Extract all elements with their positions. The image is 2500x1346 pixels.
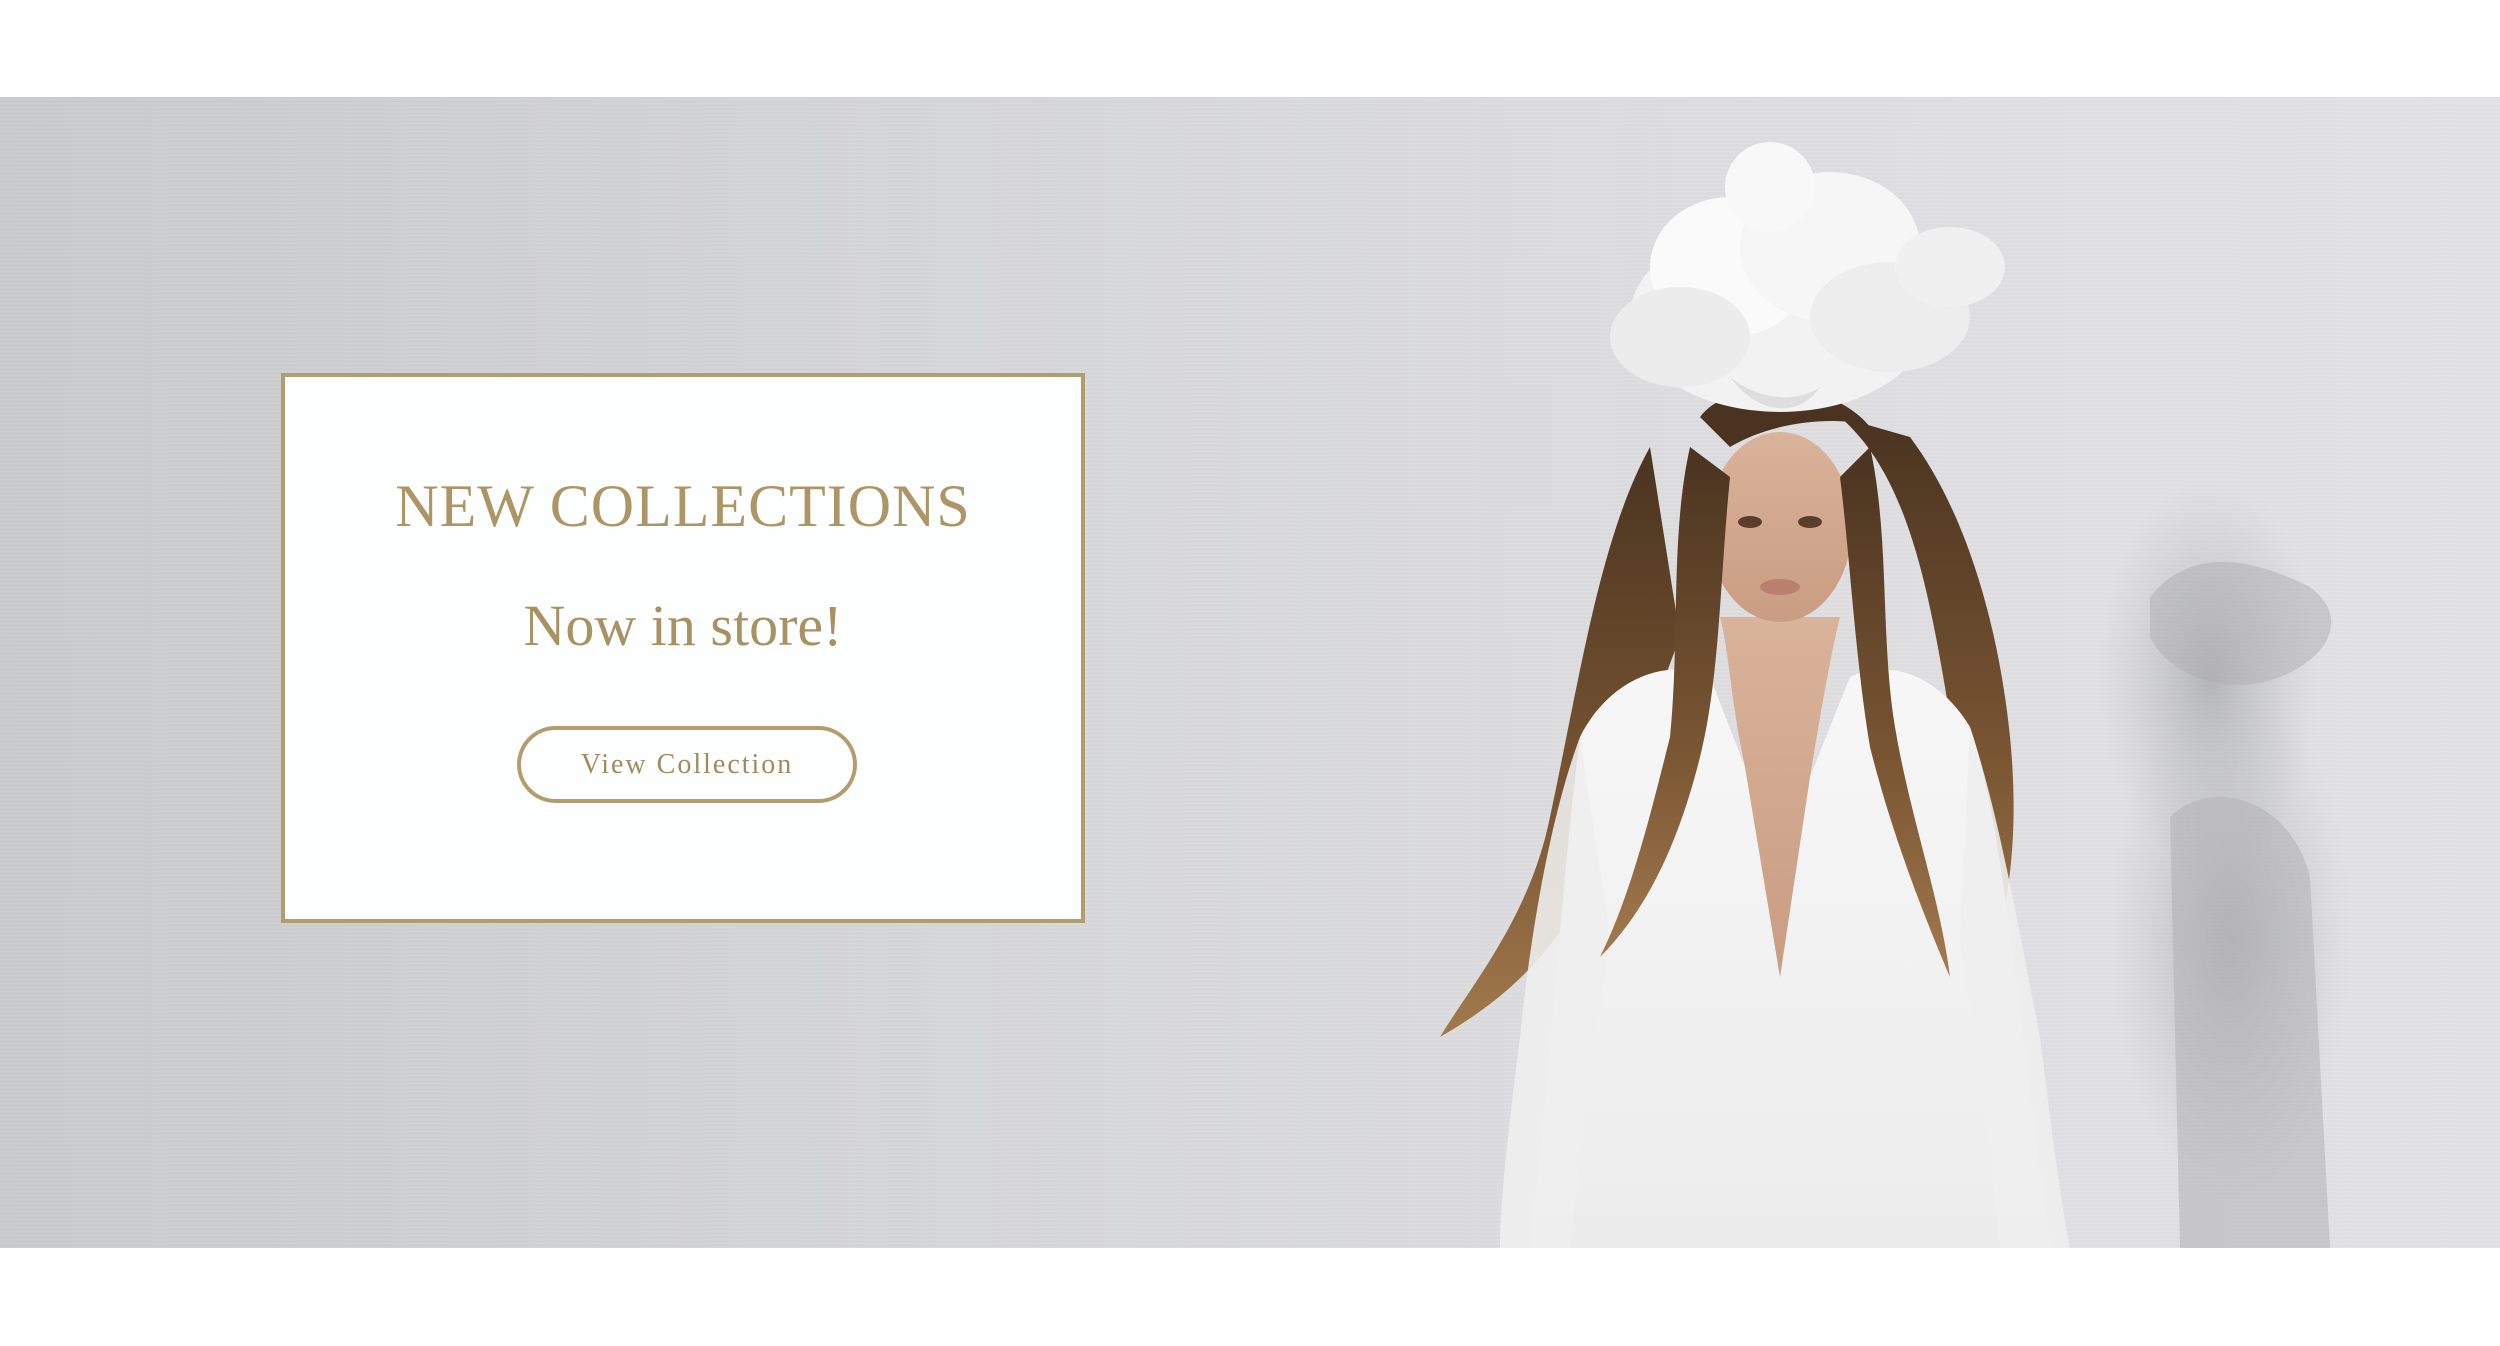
bride-model-image: [1440, 142, 2350, 1248]
headpiece: [1610, 142, 2005, 412]
promo-subheading: Now in store!: [523, 593, 843, 658]
view-collection-button[interactable]: View Collection: [517, 726, 857, 803]
promo-heading: NEW COLLECTIONS: [395, 473, 971, 539]
wall-shadow: [2100, 477, 2350, 1248]
hero-banner: NEW COLLECTIONS Now in store! View Colle…: [0, 97, 2500, 1248]
promo-card: NEW COLLECTIONS Now in store! View Colle…: [281, 373, 1085, 923]
page: NEW COLLECTIONS Now in store! View Colle…: [0, 0, 2500, 1346]
